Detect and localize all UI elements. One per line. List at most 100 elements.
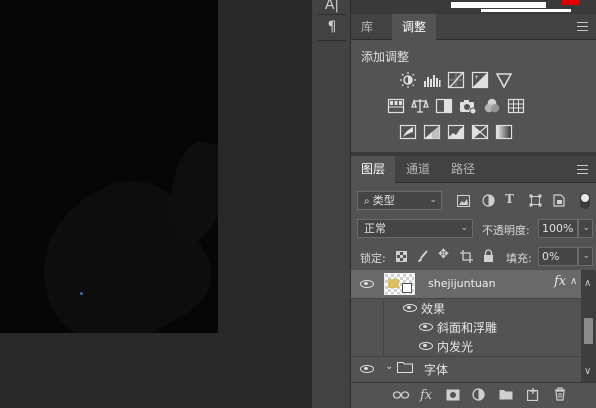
color-lookup-icon[interactable] bbox=[507, 97, 525, 115]
tab-layers[interactable]: 图层 bbox=[351, 156, 396, 183]
divider bbox=[318, 14, 346, 15]
effect-name: 斜面和浮雕 bbox=[437, 321, 498, 335]
group-row[interactable]: ⌄ 字体 bbox=[351, 357, 581, 382]
gradient-map-icon[interactable] bbox=[495, 123, 513, 141]
tab-paths[interactable]: 路径 bbox=[441, 156, 485, 183]
layer-thumbnail bbox=[384, 273, 415, 295]
effect-bevel-emboss-row[interactable]: 斜面和浮雕 bbox=[351, 317, 581, 336]
lock-artboard-icon[interactable] bbox=[460, 250, 473, 263]
lock-row: 锁定: ✥ 填充: 0% ⌄ bbox=[351, 244, 596, 270]
document-canvas[interactable] bbox=[0, 0, 218, 333]
new-layer-icon[interactable] bbox=[527, 388, 539, 401]
brightness-contrast-icon[interactable] bbox=[399, 71, 417, 89]
add-adjustment-title: 添加调整 bbox=[361, 50, 410, 64]
invert-icon[interactable] bbox=[399, 123, 417, 141]
layers-list: shejijuntuan fx ∧ 效果 斜面和浮雕 内发光 ⌄ 字体 bbox=[351, 270, 581, 382]
curves-icon[interactable] bbox=[447, 71, 465, 89]
scroll-up-icon[interactable]: ∧ bbox=[584, 278, 591, 289]
fill-dropdown[interactable]: ⌄ bbox=[578, 247, 593, 266]
add-mask-icon[interactable] bbox=[446, 389, 460, 401]
effect-name: 内发光 bbox=[437, 340, 474, 354]
chevron-down-icon: ⌄ bbox=[582, 251, 590, 261]
threshold-icon[interactable] bbox=[447, 123, 465, 141]
tab-channels[interactable]: 通道 bbox=[396, 156, 440, 183]
selective-color-icon[interactable] bbox=[471, 123, 489, 141]
collapse-effects-icon[interactable]: ∧ bbox=[570, 276, 577, 287]
layers-panel-menu-icon[interactable] bbox=[577, 165, 588, 174]
expand-chevron-icon[interactable]: ⌄ bbox=[385, 361, 393, 372]
layer-filter-row: ⌕ 类型 ⌄ T bbox=[351, 188, 596, 214]
hue-saturation-icon[interactable] bbox=[387, 97, 405, 115]
smart-object-badge-icon bbox=[402, 283, 412, 293]
posterize-icon[interactable] bbox=[423, 123, 441, 141]
thumbnail-art bbox=[388, 279, 399, 288]
filter-toggle[interactable] bbox=[580, 193, 590, 209]
tab-library[interactable]: 库 bbox=[351, 14, 383, 40]
filter-smart-object-icon[interactable] bbox=[553, 194, 565, 207]
canvas-area[interactable] bbox=[0, 0, 311, 408]
add-layer-style-fx-icon[interactable]: fx bbox=[420, 388, 432, 403]
link-layers-icon[interactable] bbox=[393, 391, 409, 400]
panel-menu-icon[interactable] bbox=[577, 22, 588, 31]
new-group-icon[interactable] bbox=[499, 389, 513, 400]
filter-kind-value: 类型 bbox=[372, 194, 395, 207]
layer-effects-fx-icon[interactable]: fx bbox=[554, 274, 566, 289]
vibrance-icon[interactable] bbox=[495, 71, 513, 89]
visibility-eye-icon[interactable] bbox=[360, 365, 374, 373]
scrollbar-thumb[interactable] bbox=[584, 318, 593, 344]
layer-row[interactable]: shejijuntuan fx ∧ bbox=[351, 270, 581, 298]
visibility-eye-icon[interactable] bbox=[403, 304, 417, 312]
blend-row: 正常 ⌄ 不透明度: 100% ⌄ bbox=[351, 216, 596, 242]
fill-input[interactable]: 0% bbox=[538, 247, 578, 266]
blue-dot bbox=[80, 292, 83, 295]
color-balance-icon[interactable] bbox=[411, 97, 429, 115]
black-white-icon[interactable] bbox=[435, 97, 453, 115]
effect-inner-glow-row[interactable]: 内发光 bbox=[351, 336, 581, 356]
lock-transparent-icon[interactable] bbox=[396, 251, 407, 262]
opacity-dropdown[interactable]: ⌄ bbox=[578, 219, 593, 238]
exposure-icon[interactable]: + bbox=[471, 71, 489, 89]
new-adjustment-layer-icon[interactable] bbox=[472, 388, 485, 401]
chevron-down-icon: ⌄ bbox=[429, 195, 437, 205]
redacted-mark bbox=[451, 2, 546, 8]
blend-mode-value: 正常 bbox=[364, 222, 386, 235]
lock-image-icon[interactable] bbox=[417, 250, 429, 263]
effects-label: 效果 bbox=[421, 302, 446, 316]
visibility-eye-icon[interactable] bbox=[419, 323, 433, 331]
effects-row[interactable]: 效果 bbox=[351, 298, 581, 318]
delete-layer-icon[interactable] bbox=[554, 387, 566, 401]
layers-scrollbar[interactable]: ∧ ∨ bbox=[581, 270, 596, 382]
lock-label: 锁定: bbox=[360, 252, 386, 265]
chevron-down-icon: ⌄ bbox=[460, 223, 468, 233]
folder-icon bbox=[397, 362, 413, 373]
opacity-label: 不透明度: bbox=[482, 224, 530, 237]
filter-type-icon[interactable]: T bbox=[505, 192, 514, 206]
blend-mode-select[interactable]: 正常 ⌄ bbox=[357, 219, 473, 238]
tab-adjustments[interactable]: 调整 bbox=[392, 14, 437, 40]
lock-position-icon[interactable]: ✥ bbox=[438, 247, 449, 262]
filter-pixel-icon[interactable] bbox=[457, 195, 470, 207]
layer-name: shejijuntuan bbox=[428, 277, 496, 290]
search-icon: ⌕ bbox=[364, 196, 373, 207]
lock-all-icon[interactable] bbox=[483, 249, 494, 263]
right-panels: 库 调整 添加调整 + 图层 通道 路径 ⌕ 类型 ⌄ T 正常 ⌄ 不透明度:… bbox=[351, 0, 596, 408]
channel-mixer-icon[interactable] bbox=[483, 97, 501, 115]
top-strip bbox=[351, 0, 596, 14]
levels-icon[interactable] bbox=[423, 71, 441, 89]
opacity-input[interactable]: 100% bbox=[538, 219, 578, 238]
scroll-down-icon[interactable]: ∨ bbox=[584, 366, 591, 377]
filter-kind-select[interactable]: ⌕ 类型 ⌄ bbox=[357, 191, 442, 210]
layer-name: 字体 bbox=[424, 363, 449, 377]
adjustments-tabbar: 库 调整 bbox=[351, 14, 596, 40]
fill-label: 填充: bbox=[506, 252, 532, 265]
character-panel-button[interactable]: A| bbox=[322, 0, 342, 14]
visibility-eye-icon[interactable] bbox=[419, 342, 433, 350]
visibility-eye-icon[interactable] bbox=[360, 280, 374, 288]
filter-shape-icon[interactable] bbox=[529, 194, 542, 207]
filter-adjustment-icon[interactable] bbox=[482, 194, 495, 207]
red-swatch bbox=[562, 0, 580, 5]
photo-filter-icon[interactable] bbox=[459, 97, 477, 115]
redacted-mark bbox=[481, 9, 571, 12]
paragraph-panel-button[interactable]: ¶ bbox=[322, 18, 342, 36]
chevron-down-icon: ⌄ bbox=[582, 223, 590, 233]
